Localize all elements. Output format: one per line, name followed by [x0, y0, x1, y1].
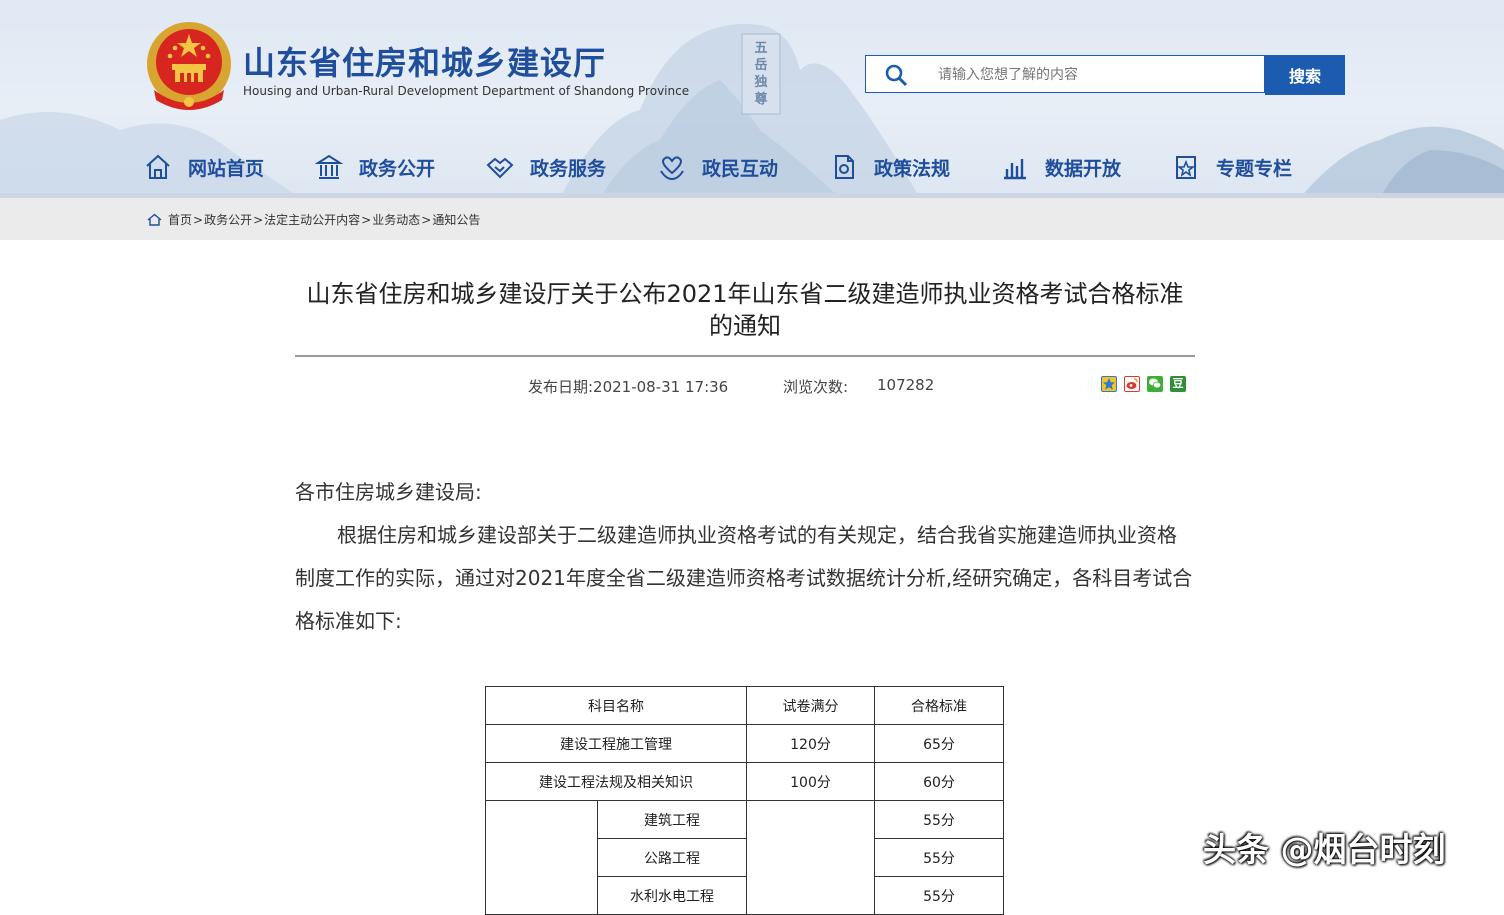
home-icon: [147, 213, 162, 226]
nav-item-policies[interactable]: 政策法规: [830, 143, 950, 191]
nav-item-label: 政策法规: [874, 157, 951, 180]
table-row: 建筑工程 55分: [485, 800, 1004, 915]
mountain-inscription: 五岳独尊: [754, 41, 768, 107]
wechat-icon[interactable]: [1147, 376, 1163, 392]
full-score-cell: 100分: [746, 762, 875, 801]
nav-item-label: 数据开放: [1045, 157, 1122, 180]
article-title: 山东省住房和城乡建设厅关于公布2021年山东省二级建造师执业资格考试合格标准的通…: [306, 280, 1184, 340]
views-count: 107282: [877, 376, 935, 394]
toutiao-watermark: 头条 @烟台时刻: [1203, 830, 1446, 869]
site-subtitle: Housing and Urban-Rural Development Depa…: [243, 84, 690, 98]
pass-score-cell: 55分: [874, 838, 1004, 877]
pass-score-cell: 65分: [874, 724, 1004, 763]
breadcrumb-notices[interactable]: 通知公告: [432, 211, 480, 228]
subject-name-cell: 公路工程: [597, 838, 747, 877]
pass-score-cell: 55分: [874, 876, 1004, 915]
publish-date: 发布日期:2021-08-31 17:36: [528, 378, 729, 396]
title-divider: [295, 355, 1195, 357]
star-bookmark-icon: [1176, 156, 1196, 179]
share-buttons: 豆: [1101, 376, 1186, 392]
nav-item-government-affairs[interactable]: 政务公开: [315, 143, 435, 191]
salutation: 各市住房城乡建设局:: [295, 480, 482, 504]
nav-item-special-topics[interactable]: 专题专栏: [1172, 143, 1292, 191]
nav-item-public-interaction[interactable]: 政民互动: [658, 143, 778, 191]
douban-icon[interactable]: 豆: [1170, 376, 1186, 392]
breadcrumb-separator: >: [421, 212, 432, 227]
breadcrumb-business-news[interactable]: 业务动态: [372, 211, 420, 228]
nav-item-label: 政民互动: [702, 157, 779, 180]
pass-score-cell: 60分: [874, 762, 1004, 801]
subject-name-cell: 水利水电工程: [597, 876, 747, 915]
breadcrumb-separator: >: [193, 212, 204, 227]
pass-standards-table: 科目名称 试卷满分 合格标准 建设工程施工管理 120分 65分 建设工程法规及…: [485, 686, 1004, 915]
table-header-cell: 合格标准: [874, 686, 1004, 725]
subject-name-cell: 建筑工程: [597, 800, 747, 839]
body-paragraph: 根据住房和城乡建设部关于二级建造师执业资格考试的有关规定，结合我省实施建造师执业…: [295, 523, 1193, 633]
nav-item-government-services[interactable]: 政务服务: [486, 143, 606, 191]
site-header: 五岳独尊 山东省住房和城乡建设厅 Housing and Urban-Rural…: [0, 0, 1504, 198]
table-row: 建设工程法规及相关知识 100分 60分: [485, 762, 1004, 801]
nav-item-label: 政务服务: [530, 157, 607, 180]
site-title[interactable]: 山东省住房和城乡建设厅: [243, 38, 606, 84]
breadcrumb-government-affairs[interactable]: 政务公开: [204, 211, 252, 228]
breadcrumb-separator: >: [361, 212, 372, 227]
bar-chart-icon: [1004, 159, 1026, 180]
table-header-row: 科目名称 试卷满分 合格标准: [485, 686, 1004, 725]
subject-name-cell: 建设工程施工管理: [485, 724, 747, 763]
subject-name-cell: 建设工程法规及相关知识: [485, 762, 747, 801]
views-label: 浏览次数:: [783, 378, 849, 396]
document-icon: [835, 155, 854, 179]
weibo-icon[interactable]: [1124, 376, 1140, 392]
national-emblem-logo: [147, 22, 231, 110]
table-header-cell: 试卷满分: [746, 686, 875, 725]
search-icon[interactable]: [884, 63, 908, 87]
breadcrumb: 首页 > 政务公开 > 法定主动公开内容 > 业务动态 > 通知公告: [147, 211, 480, 228]
table-row: 建设工程施工管理 120分 65分: [485, 724, 1004, 763]
handshake-icon: [486, 157, 514, 179]
heart-hands-icon: [660, 156, 684, 181]
full-score-cell: [746, 800, 875, 915]
nav-item-label: 专题专栏: [1216, 157, 1293, 180]
breadcrumb-home[interactable]: 首页: [168, 211, 192, 228]
professional-group-cell: [485, 800, 598, 915]
nav-item-home[interactable]: 网站首页: [144, 143, 264, 191]
breadcrumb-statutory-content[interactable]: 法定主动公开内容: [264, 211, 360, 228]
search-box: [865, 55, 1265, 94]
nav-item-label: 网站首页: [188, 157, 265, 180]
home-icon: [146, 154, 170, 179]
full-score-cell: 120分: [746, 724, 875, 763]
breadcrumb-separator: >: [253, 212, 264, 227]
nav-item-label: 政务公开: [359, 157, 436, 180]
search-input[interactable]: [936, 56, 1260, 94]
main-nav: 网站首页 政务公开 政务服务 政民互动 政策法规 数据开放 专题专栏: [0, 143, 1504, 191]
breadcrumb-bar: 首页 > 政务公开 > 法定主动公开内容 > 业务动态 > 通知公告: [0, 198, 1504, 240]
table-header-cell: 科目名称: [485, 686, 747, 725]
search-button[interactable]: 搜索: [1265, 55, 1345, 95]
pass-score-cell: 55分: [874, 800, 1004, 839]
government-building-icon: [315, 154, 343, 179]
nav-item-open-data[interactable]: 数据开放: [1001, 143, 1121, 191]
qzone-icon[interactable]: [1101, 376, 1117, 392]
